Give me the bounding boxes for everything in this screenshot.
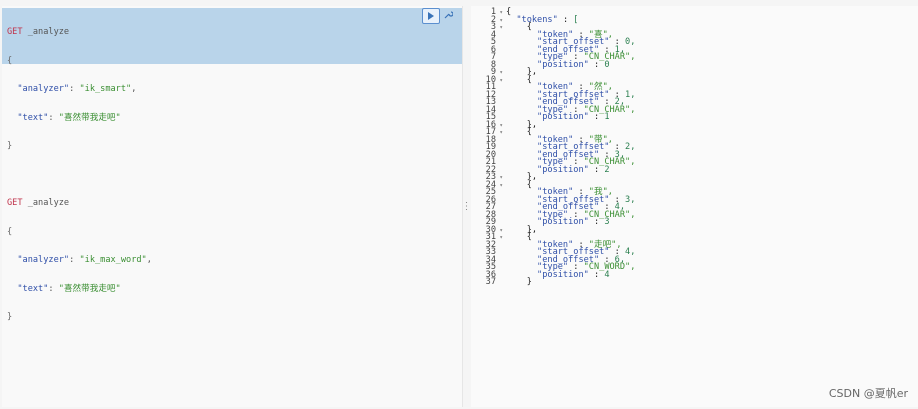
brace: } — [7, 141, 13, 151]
json-value: "喜然带我走吧" — [58, 283, 121, 294]
line-number: 5 — [471, 38, 503, 47]
code-line: GET _analyze — [7, 27, 152, 38]
line-number: 2 ▾ — [471, 15, 503, 25]
json-value: 1, — [625, 89, 636, 100]
code-line: } — [7, 312, 152, 323]
line-number-gutter: 1 ▾ 2 ▾ 3 ▾ 4 5 6 7 8 9 ▾ 10 ▾ 11 12 13 14 15 16 ▾ 17 ▾ 18 19 20 21… — [471, 8, 503, 287]
watermark: CSDN @夏帆er — [828, 387, 908, 400]
json-value: 2 — [604, 164, 610, 175]
json-comma: , — [131, 84, 137, 94]
json-value: 4, — [625, 247, 636, 257]
fold-toggle-icon[interactable]: ▾ — [496, 9, 503, 17]
json-key: "position" — [537, 164, 589, 175]
http-method: GET — [7, 27, 23, 37]
endpoint-path: _analyze — [22, 27, 70, 37]
code-line: "text": "喜然带我走吧" — [7, 283, 152, 295]
settings-wrench-button[interactable] — [440, 8, 456, 22]
json-key: "position" — [537, 59, 589, 70]
endpoint-path: _analyze — [22, 198, 70, 208]
response-code: { "tokens" : [ { "token" : "喜", "start_o… — [506, 8, 636, 287]
json-value: 1 — [604, 112, 610, 122]
wrench-icon — [444, 11, 453, 19]
line-number: 4 — [471, 30, 503, 40]
line-number-text: 37 — [485, 277, 496, 287]
send-request-button[interactable] — [422, 8, 440, 24]
fold-toggle-icon[interactable]: ▾ — [496, 24, 503, 32]
json-key: "analyzer" — [17, 255, 70, 265]
json-value: [ — [573, 14, 579, 25]
code-line: "analyzer": "ik_smart", — [7, 84, 152, 95]
json-sep: : — [69, 255, 80, 265]
json-value: 0, — [625, 37, 636, 47]
code-line: "analyzer": "ik_max_word", — [7, 255, 152, 266]
drag-handle-icon: ⋮ — [461, 201, 472, 212]
line-number: 8 — [471, 60, 503, 70]
json-key: "position" — [537, 217, 589, 227]
json-value: 0 — [604, 59, 610, 70]
fold-toggle-icon[interactable]: ▾ — [496, 234, 503, 242]
code-line: { — [7, 55, 152, 67]
line-number: 37 — [471, 277, 503, 287]
http-method: GET — [7, 198, 23, 208]
fold-toggle-icon[interactable]: ▾ — [496, 174, 503, 182]
fold-toggle-icon[interactable]: ▾ — [496, 122, 503, 130]
line-number: 3 ▾ — [471, 23, 503, 32]
fold-toggle-icon[interactable]: ▾ — [496, 129, 503, 137]
fold-toggle-icon[interactable]: ▾ — [496, 77, 503, 85]
json-value: "喜然带我走吧" — [58, 112, 121, 123]
json-value: 4 — [604, 269, 610, 280]
fold-toggle-icon[interactable]: ▾ — [496, 69, 503, 77]
response-output[interactable]: 1 ▾ 2 ▾ 3 ▾ 4 5 6 7 8 9 ▾ 10 ▾ 11 12 13 14 15 16 ▾ 17 ▾ 18 19 20 21… — [471, 6, 918, 407]
brace: { — [7, 226, 13, 237]
fold-toggle-icon[interactable]: ▾ — [496, 227, 503, 235]
code-line: } — [7, 141, 152, 152]
request-editor[interactable]: GET _analyze { "analyzer": "ik_smart", "… — [2, 6, 463, 407]
json-key: "position" — [537, 112, 589, 122]
json-value: "ik_max_word" — [79, 255, 147, 265]
json-value: 3, — [625, 194, 636, 205]
fold-toggle-icon[interactable]: ▾ — [496, 182, 503, 190]
fold-toggle-icon[interactable]: ▾ — [496, 17, 503, 25]
line-number: 7 — [471, 53, 503, 62]
brace: { — [7, 55, 13, 66]
line-number: 1 ▾ — [471, 8, 503, 17]
json-value: "ik_smart" — [79, 84, 132, 94]
json-comma: , — [146, 255, 152, 265]
response-line: } — [506, 277, 532, 287]
play-icon — [428, 12, 434, 20]
json-value: 2, — [625, 142, 636, 152]
pane-resizer[interactable]: ⋮ — [461, 6, 472, 407]
brace: } — [7, 312, 13, 322]
line-number: 6 — [471, 45, 503, 55]
json-value: 3 — [604, 217, 610, 227]
json-key: "text" — [17, 112, 49, 123]
json-sep: : — [48, 283, 59, 294]
code-line: GET _analyze — [7, 198, 152, 209]
json-key: "analyzer" — [17, 84, 70, 94]
request-code[interactable]: GET _analyze { "analyzer": "ik_smart", "… — [7, 9, 152, 342]
code-line: { — [7, 226, 152, 238]
code-line: "text": "喜然带我走吧" — [7, 112, 152, 124]
json-key: "position" — [537, 269, 589, 280]
json-sep: : — [69, 84, 80, 94]
json-key: "text" — [17, 283, 49, 294]
json-sep: : — [48, 112, 59, 123]
